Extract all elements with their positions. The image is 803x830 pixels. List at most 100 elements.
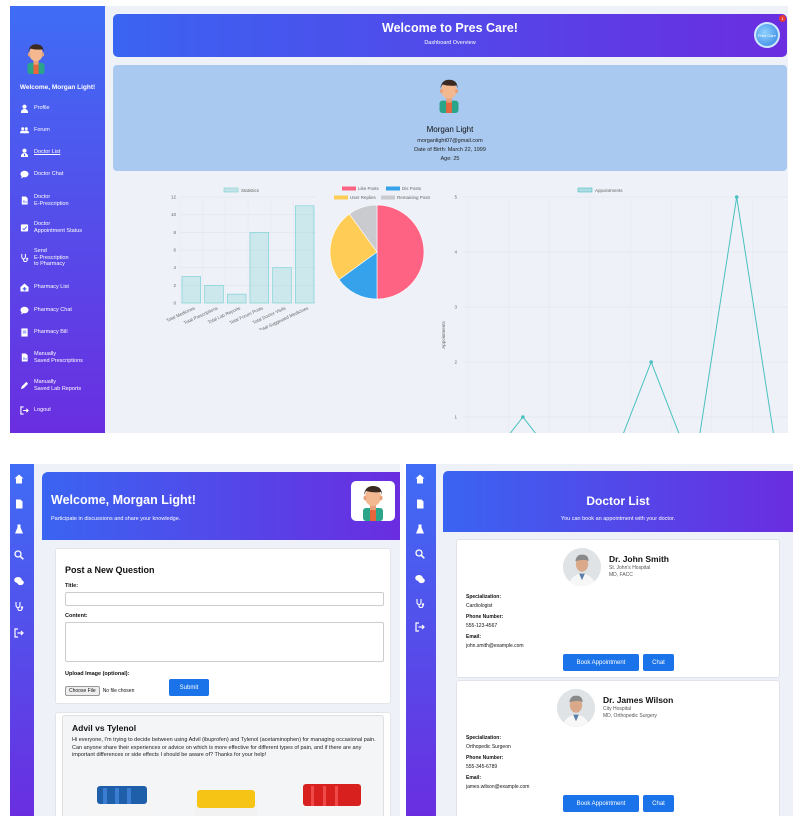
page-title: Welcome, Morgan Light! [51,493,196,507]
content-textarea[interactable] [65,622,384,662]
stethoscope-icon[interactable] [14,601,24,611]
y-axis-label: Appointments [441,320,446,348]
submit-button[interactable]: Submit [169,679,209,696]
question-card: Advil vs Tylenol Hi everyone, I'm trying… [55,712,391,816]
search-icon[interactable] [415,549,425,559]
bar [181,276,202,304]
data-point [649,360,653,364]
y-tick-label: 12 [171,195,177,200]
sidebar-item-label: Pharmacy Chat [34,307,72,314]
sidebar-item-appointment-status[interactable]: Doctor Appointment Status [20,221,82,234]
comments-icon[interactable] [415,574,425,584]
logout-icon[interactable] [415,622,425,632]
specialization-label: Specialization: [466,594,502,600]
doctor-card: Dr. James Wilson City Hospital MD, Ortho… [456,680,780,816]
chat-button[interactable]: Chat [643,654,674,671]
sidebar-item-pharmacy-bill[interactable]: Pharmacy Bill [20,328,68,337]
home-icon[interactable] [14,474,24,484]
sidebar-item-label: Forum [34,127,50,134]
sidebar-item-profile[interactable]: Profile [20,104,50,113]
legend-swatch [381,195,395,200]
svg-text:Rx: Rx [23,357,28,361]
legend-label: Like Posts [358,186,380,191]
svg-text:Rx: Rx [23,200,28,204]
phone-label: Phone Number: [466,755,504,761]
profile-card: Morgan Light morganlight07@gmail.com Dat… [113,65,787,171]
legend-label: Statistics [241,188,260,193]
sidebar-item-doctor-list[interactable]: Doctor List [20,148,60,157]
prescription-icon: Rx [21,196,28,205]
y-tick-label: 10 [171,212,177,217]
file-input[interactable]: Choose File No file chosen [65,686,134,696]
y-tick-label: 4 [454,250,457,255]
notification-badge[interactable]: 1 [779,15,786,22]
sidebar-item-doctor-chat[interactable]: Doctor Chat [20,170,63,179]
flask-icon[interactable] [415,524,425,534]
title-input[interactable] [65,592,384,606]
legend-label: User Replies [350,195,377,200]
sidebar-item-forum[interactable]: Forum [20,126,50,135]
comments-icon[interactable] [14,576,24,586]
user-avatar [428,75,470,113]
chat-button[interactable]: Chat [643,795,674,812]
y-tick-label: 5 [454,195,457,200]
pie-slice [376,204,425,300]
sidebar-item-pharmacy-chat[interactable]: Pharmacy Chat [20,306,72,315]
bar [249,231,270,304]
sidebar-item-label: Doctor Chat [34,171,64,178]
chat-icon [20,170,29,179]
sidebar-item-logout[interactable]: Logout [20,406,51,415]
medicine-bottles-image [91,784,363,816]
sidebar-item-pharmacy-list[interactable]: Pharmacy List [20,283,69,292]
user-avatar [18,40,54,74]
sidebar-item-saved-prescriptions[interactable]: Rx Manually Saved Prescriptions [20,351,83,364]
user-icon [20,104,29,113]
pen-icon [20,381,29,390]
search-icon[interactable] [14,550,24,560]
users-icon [20,127,29,134]
question-text: Hi everyone, I'm trying to decide betwee… [72,737,376,758]
choose-file-button[interactable]: Choose File [65,686,100,696]
page-title: Doctor List [586,494,650,508]
book-appointment-button[interactable]: Book Appointment [563,795,639,812]
user-avatar [351,481,395,521]
file-status: No file chosen [102,688,135,694]
doctor-photo [557,689,595,727]
doctor-card: Dr. John Smith St. John's Hospital MD, F… [456,539,780,678]
prescription-icon: Rx [21,353,28,362]
dashboard-panel: Welcome, Morgan Light! Profile Forum Doc… [10,6,788,433]
specialization-value: Orthopedic Surgeon [466,744,511,750]
legend-swatch [577,187,593,193]
email-value: james.wilson@example.com [466,784,530,790]
appointments-line-chart: Appointments 1 2 3 4 5 Appointments [441,187,788,433]
content-label: Content: [65,613,88,619]
data-point [521,415,525,419]
book-appointment-button[interactable]: Book Appointment [563,654,639,671]
pharmacy-icon [20,283,29,292]
page-title: Welcome to Pres Care! [382,21,518,35]
stethoscope-icon [21,254,29,263]
home-icon[interactable] [415,474,425,484]
doctor-hospital: St. John's Hospital [609,565,651,571]
sidebar-item-saved-lab-reports[interactable]: Manually Saved Lab Reports [20,379,81,392]
flask-icon[interactable] [14,524,24,534]
icon-sidebar [406,464,436,816]
doctor-name: Dr. John Smith [609,554,669,564]
series-line [509,196,774,433]
sidebar-item-send-eprescription[interactable]: Send E-Prescription to Pharmacy [20,248,69,268]
prescription-icon[interactable] [415,499,425,509]
logout-icon[interactable] [14,628,24,638]
statistics-bar-chart: Statistics024681012Total MedicinesTotal … [166,187,316,330]
sidebar-item-label: Send E-Prescription to Pharmacy [34,248,69,267]
logout-icon [20,406,29,415]
prescription-icon[interactable] [14,499,24,509]
stethoscope-icon[interactable] [415,598,425,608]
doctor-name: Dr. James Wilson [603,695,674,705]
sidebar-item-doctor-eprescription[interactable]: Rx Doctor E-Prescription [20,194,69,207]
app-logo[interactable]: Pres Care [754,22,780,48]
legend-swatch [223,187,239,193]
doctor-list-header: Doctor List You can book an appointment … [443,471,793,532]
bar [294,205,315,304]
y-tick-label: 6 [173,248,176,253]
page-subtitle: You can book an appointment with your do… [560,516,676,522]
